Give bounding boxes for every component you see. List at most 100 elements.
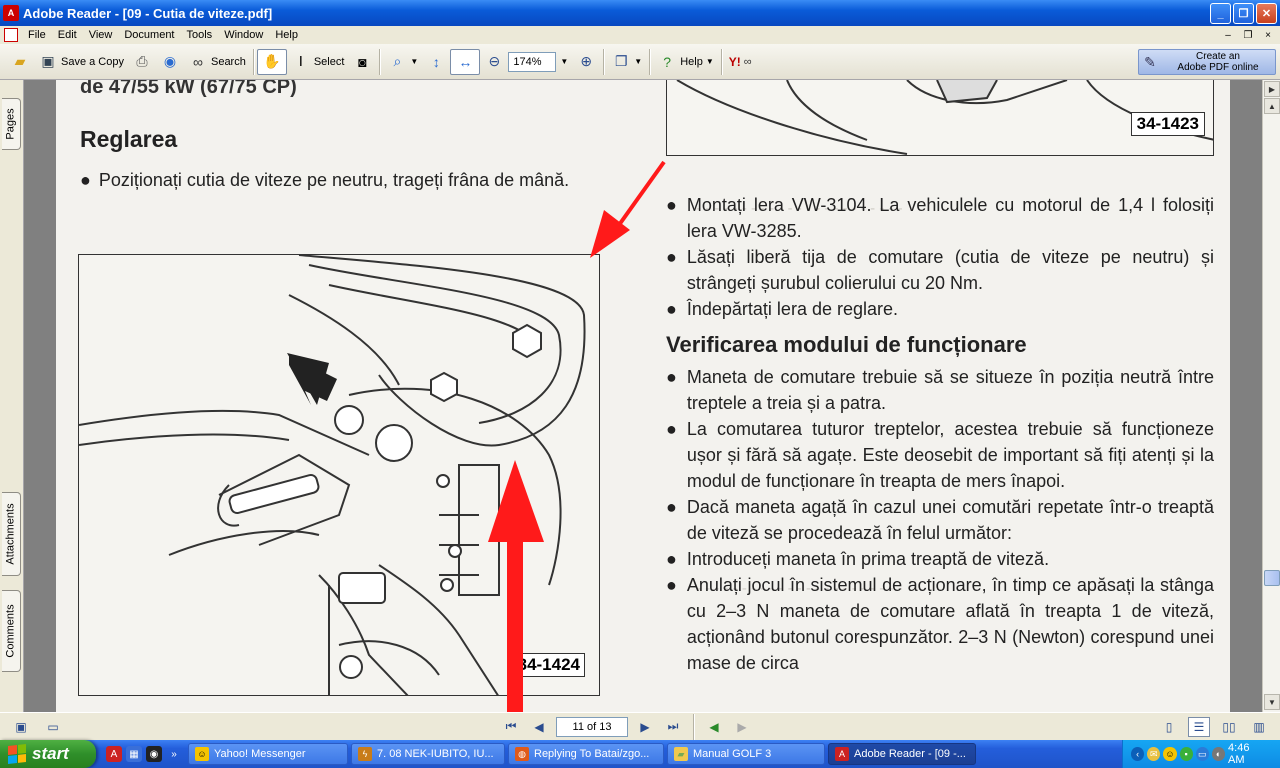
continuous-layout-button[interactable]: ☰ (1188, 716, 1210, 737)
desktop-quicklaunch-icon[interactable]: ▦ (126, 746, 142, 762)
menu-view[interactable]: View (83, 29, 119, 41)
firefox-icon: ◍ (515, 747, 529, 761)
tray-messenger-icon[interactable]: ✉ (1147, 747, 1161, 761)
email-button[interactable]: ◉ (156, 49, 184, 75)
chevron-right-icon[interactable]: » (166, 746, 182, 762)
chevron-down-icon: ▼ (634, 57, 643, 66)
zoom-in-button[interactable]: ⊕ (572, 49, 600, 75)
doc-minimize-button[interactable]: – (1220, 28, 1236, 42)
help-button[interactable]: ? Help ▼ (653, 49, 718, 75)
select-label: Select (313, 55, 345, 68)
last-page-button[interactable]: ⏭ (662, 717, 684, 737)
media-player-quicklaunch-icon[interactable]: ◉ (146, 746, 162, 762)
toolbar-separator (649, 48, 651, 75)
next-page-button[interactable]: ▶ (634, 717, 656, 737)
chevron-down-icon: ▼ (560, 57, 569, 66)
select-tool-button[interactable]: Ⅰ Select (287, 49, 349, 75)
zoom-dropdown-button[interactable]: ▼ (556, 49, 572, 75)
lightning-icon: ϟ (358, 747, 372, 761)
continuous-facing-layout-button[interactable]: ▥ (1248, 717, 1270, 737)
scroll-up-arrow-icon[interactable]: ▲ (1264, 98, 1280, 114)
single-page-layout-button[interactable]: ▯ (1158, 717, 1180, 737)
fit-page-icon: ↕ (432, 53, 440, 70)
tray-arrow-icon[interactable]: ‹ (1131, 747, 1145, 761)
annotation-overlay (488, 160, 666, 712)
doc-restore-button[interactable]: ❐ (1240, 28, 1256, 42)
menu-edit[interactable]: Edit (52, 29, 83, 41)
title-bar[interactable]: A Adobe Reader - [09 - Cutia de viteze.p… (0, 0, 1280, 26)
facing-layout-button[interactable]: ▯▯ (1218, 717, 1240, 737)
close-button[interactable]: ✕ (1256, 3, 1277, 24)
menu-window[interactable]: Window (218, 29, 269, 41)
start-button[interactable]: start (0, 740, 96, 768)
tab-pages[interactable]: Pages (2, 98, 21, 150)
minus-circle-icon: ⊖ (488, 53, 501, 69)
scroll-thumb[interactable] (1264, 570, 1280, 586)
vertical-scrollbar[interactable]: ▶ ▲ ▼ (1262, 80, 1280, 712)
previous-view-button[interactable]: ◀ (703, 717, 725, 737)
task-manual-golf[interactable]: ▰ Manual GOLF 3 (667, 743, 825, 765)
save-copy-button[interactable]: ▣ Save a Copy (34, 49, 128, 75)
task-yahoo-messenger[interactable]: ☺ Yahoo! Messenger (188, 743, 348, 765)
acrobat-quicklaunch-icon[interactable]: A (106, 746, 122, 762)
toolbar-separator (379, 48, 381, 75)
search-label: Search (210, 55, 246, 68)
zoom-input[interactable]: 174% (508, 51, 557, 72)
first-page-button[interactable]: ⏮ (500, 717, 522, 737)
tray-volume-icon[interactable]: ◐ (1211, 747, 1226, 761)
minimize-button[interactable]: _ (1210, 3, 1231, 24)
tab-attachments[interactable]: Attachments (2, 492, 21, 576)
search-button[interactable]: ∞ Search (184, 49, 250, 75)
create-adobe-pdf-online-button[interactable]: ✎ Create an Adobe PDF online (1138, 49, 1276, 75)
task-firefox[interactable]: ◍ Replying To Batai/zgo... (508, 743, 664, 765)
snapshot-button[interactable]: ◙ (348, 49, 376, 75)
menu-tools[interactable]: Tools (181, 29, 219, 41)
menu-help[interactable]: Help (269, 29, 304, 41)
status-bar: ▣ ▭ ⏮ ◀ 11 of 13 ▶ ⏭ ◀ ▶ ▯ ☰ ▯▯ ▥ (0, 712, 1280, 740)
task-adobe-reader[interactable]: A Adobe Reader - [09 -... (828, 743, 976, 765)
document-viewport[interactable]: - - - - - - - - - - - - - - - - - - - - … (24, 80, 1262, 712)
hand-tool-button[interactable]: ✋ (256, 48, 287, 75)
help-label: Help (680, 55, 703, 68)
previous-page-button[interactable]: ◀ (528, 717, 550, 737)
folder-icon: ▰ (674, 747, 688, 761)
red-arrow-diagonal (590, 160, 666, 258)
toolbar: ▰ ▣ Save a Copy ⎙ ◉ ∞ Search ✋ Ⅰ Select … (0, 44, 1280, 80)
restore-button[interactable]: ❐ (1233, 3, 1254, 24)
task-winamp[interactable]: ϟ 7. 08 NEK-IUBITO, IU... (351, 743, 505, 765)
page-navigation: ⏮ ◀ 11 of 13 ▶ ⏭ ◀ ▶ (500, 713, 753, 740)
scroll-right-arrow-icon[interactable]: ▶ (1264, 81, 1280, 97)
printer-icon: ⎙ (136, 53, 148, 69)
document-icon[interactable] (4, 28, 18, 42)
tab-comments[interactable]: Comments (2, 590, 21, 672)
fit-width-icon: ↔ (458, 53, 473, 70)
status-separator (693, 713, 694, 740)
adobe-reader-app-icon[interactable]: A (3, 5, 19, 21)
rotate-view-button[interactable]: ❐ ▼ (607, 49, 646, 75)
chevron-down-icon[interactable]: ▼ (410, 57, 418, 66)
yahoo-search-button[interactable]: Y! ∞ (725, 49, 756, 75)
tray-network-icon[interactable]: ▪ (1179, 747, 1193, 761)
quick-launch: A ▦ ◉ » (106, 746, 182, 762)
tray-yahoo-icon[interactable]: ☺ (1163, 747, 1177, 761)
minus-page-icon[interactable]: ▭ (42, 717, 64, 737)
open-button[interactable]: ▰ (6, 49, 34, 75)
scroll-down-arrow-icon[interactable]: ▼ (1264, 694, 1280, 710)
create-pdf-line1: Create an (1196, 51, 1240, 62)
magnifier-icon: ⌕ (393, 53, 402, 69)
zoom-tool-button[interactable]: ⌕ ▼ (383, 49, 422, 75)
fit-width-button[interactable]: ↔ (450, 48, 481, 75)
page-number-input[interactable]: 11 of 13 (556, 716, 628, 737)
zoom-out-button[interactable]: ⊖ (480, 49, 508, 75)
page-display-icon[interactable]: ▣ (10, 717, 32, 737)
next-view-button[interactable]: ▶ (731, 717, 753, 737)
menu-file[interactable]: File (22, 29, 52, 41)
fit-page-button[interactable]: ↕ (422, 49, 450, 75)
print-button[interactable]: ⎙ (128, 49, 156, 75)
doc-close-button[interactable]: × (1260, 28, 1276, 42)
hand-icon: ✋ (263, 53, 281, 69)
system-tray: ‹ ✉ ☺ ▪ ▭ ◐ 4:46 AM (1122, 740, 1280, 768)
binoculars-icon: ∞ (192, 53, 203, 70)
tray-monitor-icon[interactable]: ▭ (1195, 747, 1209, 761)
menu-document[interactable]: Document (118, 29, 180, 41)
